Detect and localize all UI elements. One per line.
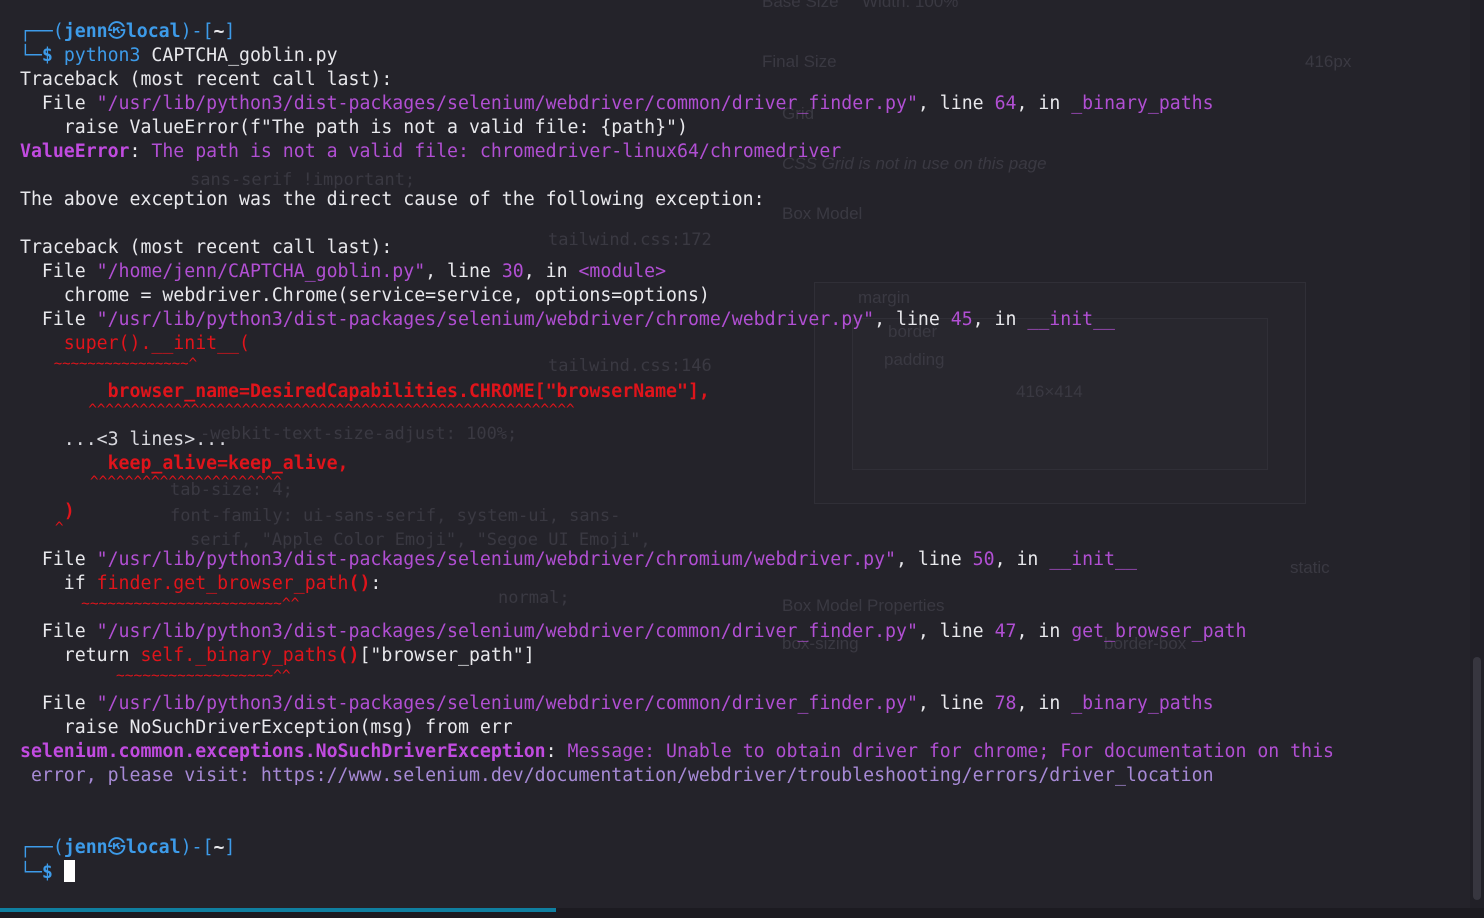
text-cursor[interactable] — [63, 860, 75, 882]
vertical-scrollbar[interactable] — [1470, 0, 1484, 908]
bottom-status-bar — [0, 908, 1484, 918]
traceback-file-line: File "/usr/lib/python3/dist-packages/sel… — [20, 93, 1214, 114]
traceback-file-line: File "/usr/lib/python3/dist-packages/sel… — [20, 693, 1214, 714]
prompt-end: ] — [224, 21, 236, 42]
prompt-dollar: $ — [41, 45, 53, 66]
prompt-user: jenn — [63, 21, 108, 42]
progress-indicator — [0, 908, 556, 912]
prompt-host: local — [125, 21, 181, 42]
traceback-header: Traceback (most recent call last): — [20, 69, 393, 90]
final-error-line-2: error, please visit: https://www.seleniu… — [20, 765, 1214, 786]
traceback-error-marks: ^ — [20, 520, 64, 536]
scrollbar-thumb[interactable] — [1473, 657, 1481, 900]
traceback-error-marks: ~~~~~~~~~~~~~~~~~~^^ — [20, 668, 291, 684]
command-line: └─$ python3 CAPTCHA_goblin.py — [20, 44, 338, 68]
final-error-line: selenium.common.exceptions.NoSuchDriverE… — [20, 741, 1334, 762]
traceback-error-marks: ^^^^^^^^^^^^^^^^^^^^^^ — [20, 474, 282, 490]
traceback-file-line: File "/home/jenn/CAPTCHA_goblin.py", lin… — [20, 261, 667, 282]
prompt-at-icon: ㉿ — [107, 21, 126, 42]
traceback-file-line: File "/usr/lib/python3/dist-packages/sel… — [20, 309, 1116, 330]
traceback-file-line: File "/usr/lib/python3/dist-packages/sel… — [20, 621, 1247, 642]
cause-line: The above exception was the direct cause… — [20, 189, 765, 210]
terminal-output[interactable]: ┌──(jenn㉿local)-[~] └─$ python3 CAPTCHA_… — [0, 0, 1468, 908]
traceback-code-line: chrome = webdriver.Chrome(service=servic… — [20, 285, 710, 306]
prompt-sep: )-[ — [180, 21, 214, 42]
prompt-line-top: ┌──(jenn㉿local)-[~] — [20, 20, 235, 44]
prompt-dir: ~ — [213, 21, 225, 42]
prompt-line-top: ┌──(jenn㉿local)-[~] — [20, 837, 236, 858]
traceback-error-marks: ^^^^^^^^^^^^^^^^^^^^^^^^^^^^^^^^^^^^^^^^… — [20, 402, 575, 418]
traceback-code-line: raise NoSuchDriverException(msg) from er… — [20, 717, 513, 738]
prompt-corner: ┌──( — [20, 21, 64, 42]
command-input-line[interactable]: └─$ — [20, 860, 75, 884]
command-program: python3 — [63, 45, 141, 66]
traceback-error-marks: ~~~~~~~~~~~~~~~~~~~~~~~^^ — [20, 596, 300, 612]
prompt-at-icon: ㉿ — [107, 837, 126, 858]
traceback-error-marks: ~~~~~~~~~~~~~~~~^ — [20, 356, 198, 372]
traceback-file-line: File "/usr/lib/python3/dist-packages/sel… — [20, 549, 1137, 570]
traceback-header-2: Traceback (most recent call last): — [20, 237, 393, 258]
traceback-elided-lines: ...<3 lines>... — [20, 429, 229, 450]
prompt-corner-bottom: └─ — [20, 45, 42, 66]
value-error-line: ValueError: The path is not a valid file… — [20, 141, 842, 162]
traceback-code-line: raise ValueError(f"The path is not a val… — [20, 117, 688, 138]
command-script: CAPTCHA_goblin.py — [151, 45, 338, 66]
